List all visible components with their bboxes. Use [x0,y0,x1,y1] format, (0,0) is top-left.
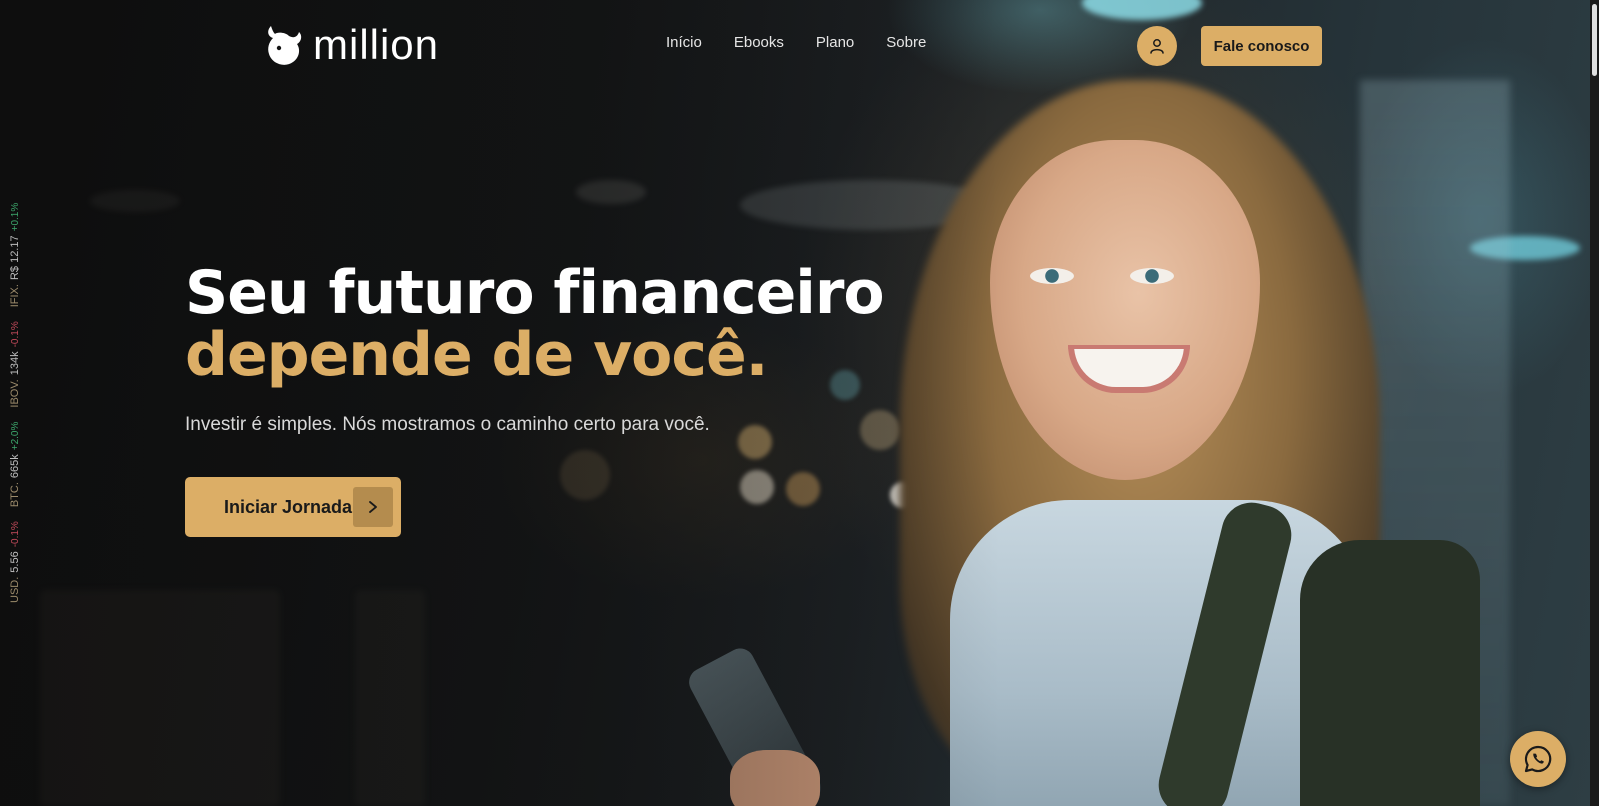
scrollbar-thumb[interactable] [1592,4,1597,76]
contact-button[interactable]: Fale conosco [1201,26,1322,66]
ticker-item: IBOV.134k-0.1% [9,321,21,408]
nav-item-inicio[interactable]: Início [666,34,702,51]
main-nav: Início Ebooks Plano Sobre [666,34,926,51]
chevron-right-icon [353,487,393,527]
user-icon [1150,39,1164,54]
page-scrollbar[interactable] [1590,0,1599,806]
nav-item-sobre[interactable]: Sobre [886,34,926,51]
bull-icon [268,26,302,65]
hero-title-line2: depende de você. [185,320,768,390]
start-journey-label: Iniciar Jornada [224,496,353,517]
hero-section: Seu futuro financeiro depende de você. I… [185,258,885,436]
ticker-item: IFIX.R$ 12.17+0.1% [9,202,21,308]
user-account-button[interactable] [1137,26,1177,66]
whatsapp-icon [1524,745,1552,773]
whatsapp-button[interactable] [1510,731,1566,787]
logo[interactable]: million [263,20,439,70]
nav-item-plano[interactable]: Plano [816,34,854,51]
page: million Início Ebooks Plano Sobre Fale c… [0,0,1599,806]
start-journey-button[interactable]: Iniciar Jornada [185,477,401,537]
logo-wordmark: million [313,21,440,68]
hero-title-line1: Seu futuro financeiro [185,258,885,328]
nav-item-ebooks[interactable]: Ebooks [734,34,784,51]
hero-subtitle: Investir é simples. Nós mostramos o cami… [185,414,710,435]
market-ticker: USD.5.56-0.1% BTC.665k+2.0% IBOV.134k-0.… [6,123,24,603]
site-header: million Início Ebooks Plano Sobre Fale c… [0,0,1599,92]
ticker-item: USD.5.56-0.1% [9,521,21,603]
ticker-item: BTC.665k+2.0% [9,421,21,508]
